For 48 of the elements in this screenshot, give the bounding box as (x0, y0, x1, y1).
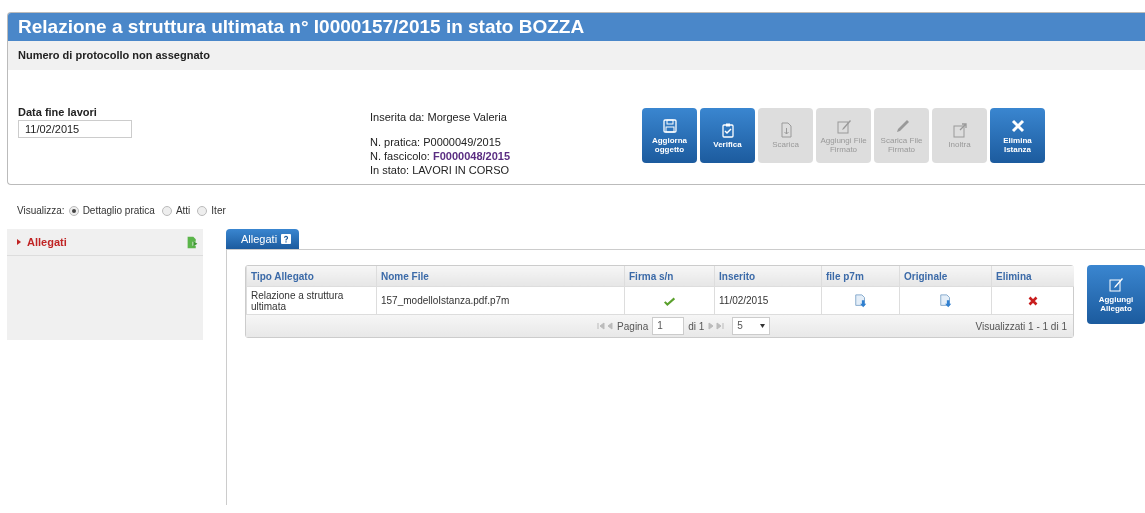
radio-button[interactable] (68, 205, 79, 216)
document-download-icon[interactable] (938, 293, 953, 308)
page-title: Relazione a struttura ultimata n° I0000157/2015 in stato BOZZA (8, 13, 1145, 41)
save-icon (661, 117, 678, 134)
column-header[interactable]: file p7m (821, 266, 900, 287)
action-button[interactable]: Aggiorna oggetto (642, 108, 697, 163)
column-header[interactable]: Firma s/n (624, 266, 715, 287)
info-text: In stato: LAVORI IN CORSO (370, 165, 511, 176)
sidebar-label: Allegati (27, 236, 67, 248)
info-text: Inserita da: Morgese Valeria (370, 112, 508, 123)
protocol-text: Numero di protocollo non assegnato (8, 41, 1145, 70)
radio-label[interactable]: Atti (175, 205, 191, 216)
bullet-icon (17, 239, 21, 245)
column-header[interactable]: Nome File (376, 266, 625, 287)
radio-label[interactable]: Dettaglio pratica (82, 205, 155, 216)
edit-icon (835, 117, 852, 134)
info-text: N. fascicolo: F0000048/2015 (370, 151, 512, 162)
column-header[interactable]: Inserito (714, 266, 822, 287)
close-icon (1009, 117, 1026, 134)
column-header[interactable]: Tipo Allegato (246, 266, 377, 287)
action-button[interactable]: Verifica (700, 108, 755, 163)
caret-icon (760, 324, 766, 328)
radio-button[interactable] (161, 205, 172, 216)
page-size-select[interactable]: 5 (732, 317, 771, 335)
pager-label: Pagina (617, 320, 649, 332)
next-last-icon (708, 322, 725, 330)
date-field[interactable]: 11/02/2015 (18, 120, 132, 138)
action-button[interactable]: Elimina Istanza (990, 108, 1045, 163)
clipboard-check-icon (719, 122, 736, 138)
edit-icon (1108, 276, 1124, 292)
document-download-icon[interactable] (853, 293, 868, 308)
add-attachment-button[interactable]: Aggiungi Allegato (1087, 265, 1145, 324)
first-prev-icon (597, 322, 614, 330)
sidebar-item[interactable]: Allegati (7, 229, 203, 256)
pager-summary: Visualizzati 1 - 1 di 1 (975, 320, 1067, 332)
column-header[interactable]: Elimina (991, 266, 1074, 287)
radio-button[interactable] (197, 205, 208, 216)
column-header[interactable]: Originale (899, 266, 992, 287)
pager-total: di 1 (688, 320, 705, 332)
info-text: N. pratica: P0000049/2015 (370, 137, 502, 148)
view-label: Visualizza: (17, 205, 65, 216)
field-label: Data fine lavori (18, 106, 98, 118)
export-icon (186, 235, 199, 249)
help-icon (281, 234, 292, 244)
tab[interactable]: Allegati (226, 229, 300, 249)
page-field[interactable]: 1 (652, 317, 685, 335)
radio-label[interactable]: Iter (211, 205, 226, 216)
external-link-icon (951, 122, 968, 138)
